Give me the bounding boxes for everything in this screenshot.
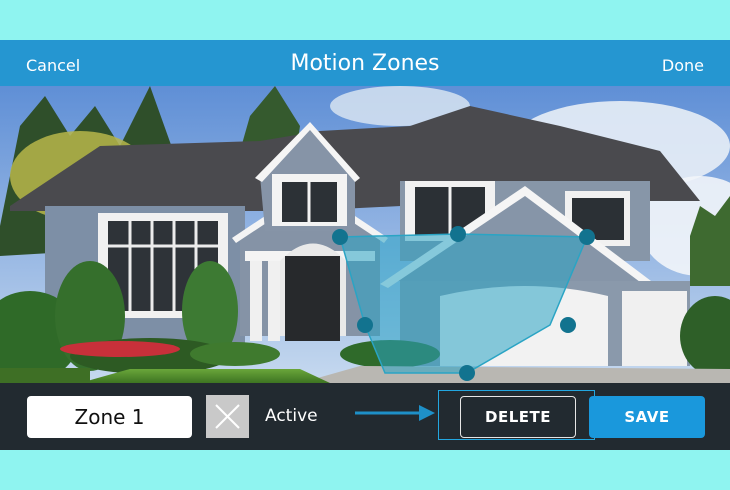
delete-button[interactable]: DELETE [460, 396, 576, 438]
zone-toolbar: Active DELETE SAVE [0, 383, 730, 450]
zone-handle-left[interactable] [357, 317, 373, 333]
camera-view [0, 86, 730, 383]
x-icon [215, 404, 240, 429]
done-button[interactable]: Done [662, 56, 704, 75]
zone-handle-right[interactable] [560, 317, 576, 333]
zone-name-input[interactable] [27, 396, 192, 438]
cancel-button[interactable]: Cancel [26, 56, 80, 75]
zone-handle-top-left[interactable] [332, 229, 348, 245]
save-button[interactable]: SAVE [589, 396, 705, 438]
active-toggle[interactable] [206, 395, 249, 438]
zone-handle-top-right[interactable] [579, 229, 595, 245]
active-label: Active [265, 406, 318, 426]
page-title: Motion Zones [290, 51, 440, 76]
navbar: Cancel Motion Zones Done [0, 40, 730, 86]
house-image [0, 86, 730, 383]
zone-handle-top-center[interactable] [450, 226, 466, 242]
arrow-right-icon [355, 405, 435, 421]
motion-zones-screen: Cancel Motion Zones Done Zone 1 Active D… [0, 40, 730, 450]
zone-handle-bottom[interactable] [459, 365, 475, 381]
